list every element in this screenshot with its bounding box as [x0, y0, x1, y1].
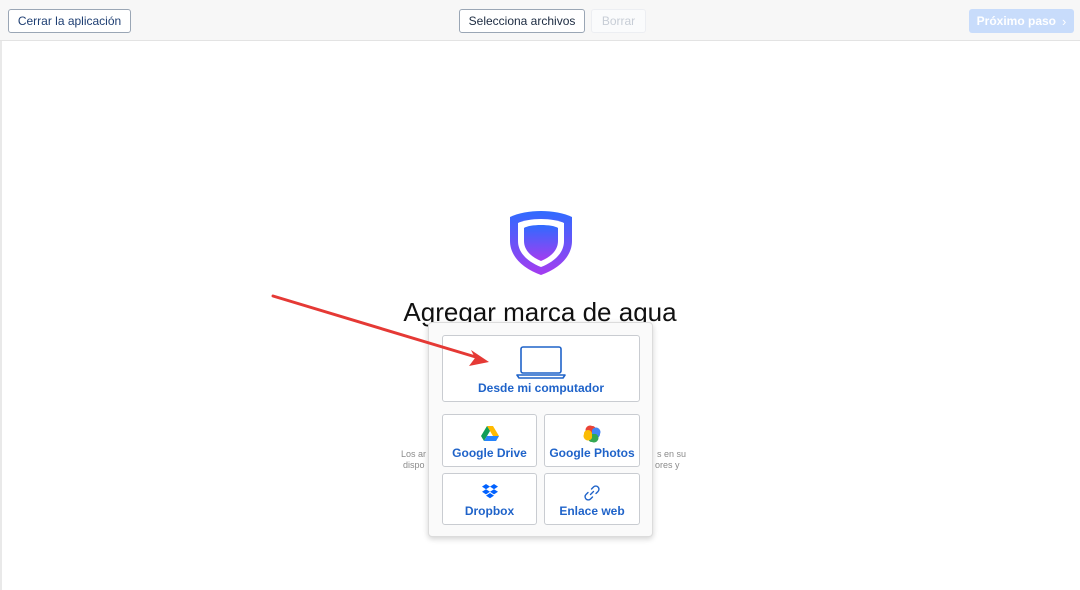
next-step-label: Próximo paso	[976, 14, 1057, 28]
select-files-button[interactable]: Selecciona archivos	[459, 9, 585, 33]
delete-button[interactable]: Borrar	[591, 9, 646, 33]
toolbar: Cerrar la aplicación Selecciona archivos…	[0, 0, 1080, 41]
web-link-option[interactable]: Enlace web	[544, 473, 640, 525]
google-photos-option[interactable]: Google Photos	[544, 414, 640, 467]
close-app-button[interactable]: Cerrar la aplicación	[8, 9, 131, 33]
link-icon	[584, 485, 600, 501]
google-drive-icon	[480, 426, 499, 441]
dropbox-option[interactable]: Dropbox	[442, 473, 537, 525]
from-computer-option[interactable]: Desde mi computador	[442, 335, 640, 402]
description-text: s en su	[657, 449, 687, 459]
google-drive-option[interactable]: Google Drive	[442, 414, 537, 467]
description-text: Los ar	[401, 449, 427, 459]
description-text: dispo	[403, 460, 425, 470]
description-text: ores y	[655, 460, 680, 470]
dropbox-icon	[481, 484, 498, 499]
laptop-icon	[516, 346, 566, 379]
google-photos-icon	[583, 425, 601, 443]
file-source-menu: Desde mi computador Google Drive Google …	[428, 322, 653, 537]
google-photos-label: Google Photos	[549, 446, 635, 460]
shield-icon	[510, 211, 572, 275]
chevron-right-icon: ›	[1062, 13, 1067, 29]
dropbox-label: Dropbox	[464, 504, 515, 518]
web-link-label: Enlace web	[559, 504, 625, 518]
window-left-border	[0, 0, 2, 590]
from-computer-label: Desde mi computador	[477, 381, 605, 395]
google-drive-label: Google Drive	[452, 446, 527, 460]
next-step-button[interactable]: Próximo paso ›	[969, 9, 1074, 33]
